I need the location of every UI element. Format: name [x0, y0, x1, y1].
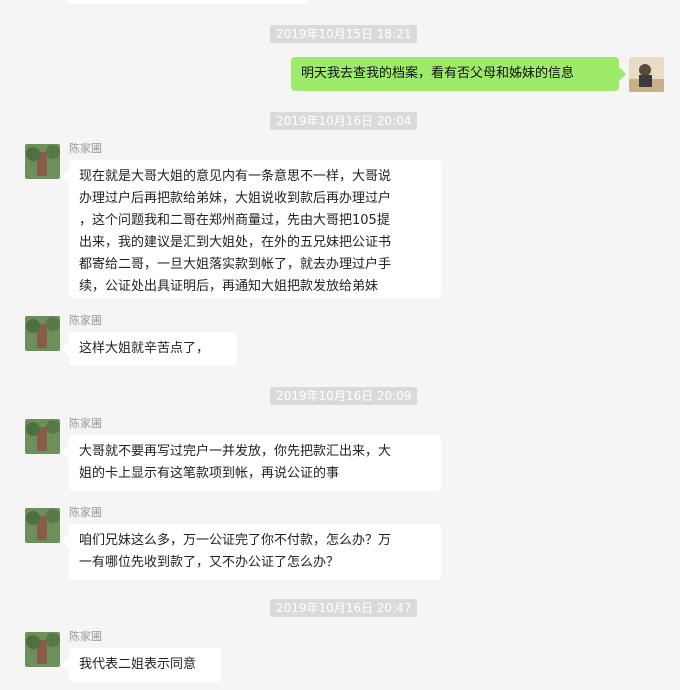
sender-name: 陈家圃 — [69, 630, 102, 643]
contact-avatar[interactable] — [25, 508, 60, 543]
message-bubble[interactable]: 我代表二姐表示同意 — [69, 648, 221, 682]
message-line: 出来，我的建议是汇到大姐处，在外的五兄妹把公证书 — [79, 235, 392, 250]
message-line: 大哥就不要再写过完户一并发放，你先把款汇出来，大 — [79, 444, 392, 459]
self-avatar[interactable] — [629, 57, 664, 92]
message-line: 都寄给二哥，一旦大姐落实款到帐了，就去办理过户手 — [79, 257, 392, 272]
message-bubble[interactable]: 这样大姐就辛苦点了， — [69, 332, 237, 366]
message-line: 续，公证处出具证明后，再通知大姐把款发放给弟妹 — [79, 279, 379, 294]
contact-avatar[interactable] — [25, 419, 60, 454]
tree-photo-icon — [25, 316, 60, 351]
timestamp: 2019年10月15日 18:21 — [270, 25, 418, 43]
contact-avatar[interactable] — [25, 632, 60, 667]
tree-photo-icon — [25, 508, 60, 543]
message-line: 姐的卡上显示有这笔款项到帐，再说公证的事 — [79, 466, 340, 481]
sender-name: 陈家圃 — [69, 142, 102, 155]
message-line: 现在就是大哥大姐的意见内有一条意思不一样，大哥说 — [79, 169, 392, 184]
person-photo-icon — [629, 57, 664, 92]
timestamp: 2019年10月16日 20:04 — [270, 112, 418, 130]
message-bubble[interactable]: 咱们兄妹这么多，万一公证完了你不付款，怎么办？万 一有哪位先收到款了，又不办公证… — [69, 524, 441, 580]
tree-photo-icon — [25, 419, 60, 454]
timestamp: 2019年10月16日 20:47 — [270, 599, 418, 617]
message-bubble[interactable]: 大哥就不要再写过完户一并发放，你先把款汇出来，大 姐的卡上显示有这笔款项到帐，再… — [69, 435, 441, 491]
message-line: 我代表二姐表示同意 — [79, 657, 197, 672]
message-bubble-partial[interactable] — [69, 0, 309, 4]
contact-avatar[interactable] — [25, 316, 60, 351]
contact-avatar[interactable] — [25, 144, 60, 179]
sender-name: 陈家圃 — [69, 417, 102, 430]
message-line: 办理过户后再把款给弟妹，大姐说收到款后再办理过户 — [79, 191, 392, 206]
message-bubble-self[interactable]: 明天我去查我的档案，看有否父母和姊妹的信息 — [291, 57, 619, 91]
tree-photo-icon — [25, 144, 60, 179]
sender-name: 陈家圃 — [69, 314, 102, 327]
tree-photo-icon — [25, 632, 60, 667]
timestamp: 2019年10月16日 20:09 — [270, 387, 418, 405]
sender-name: 陈家圃 — [69, 506, 102, 519]
message-line: ，这个问题我和二哥在郑州商量过，先由大哥把105提 — [79, 213, 390, 228]
message-line: 咱们兄妹这么多，万一公证完了你不付款，怎么办？万 — [79, 533, 392, 548]
message-line: 一有哪位先收到款了，又不办公证了怎么办？ — [79, 555, 340, 570]
message-line: 这样大姐就辛苦点了， — [79, 341, 210, 356]
message-bubble[interactable]: 现在就是大哥大姐的意见内有一条意思不一样，大哥说 办理过户后再把款给弟妹，大姐说… — [69, 160, 441, 298]
